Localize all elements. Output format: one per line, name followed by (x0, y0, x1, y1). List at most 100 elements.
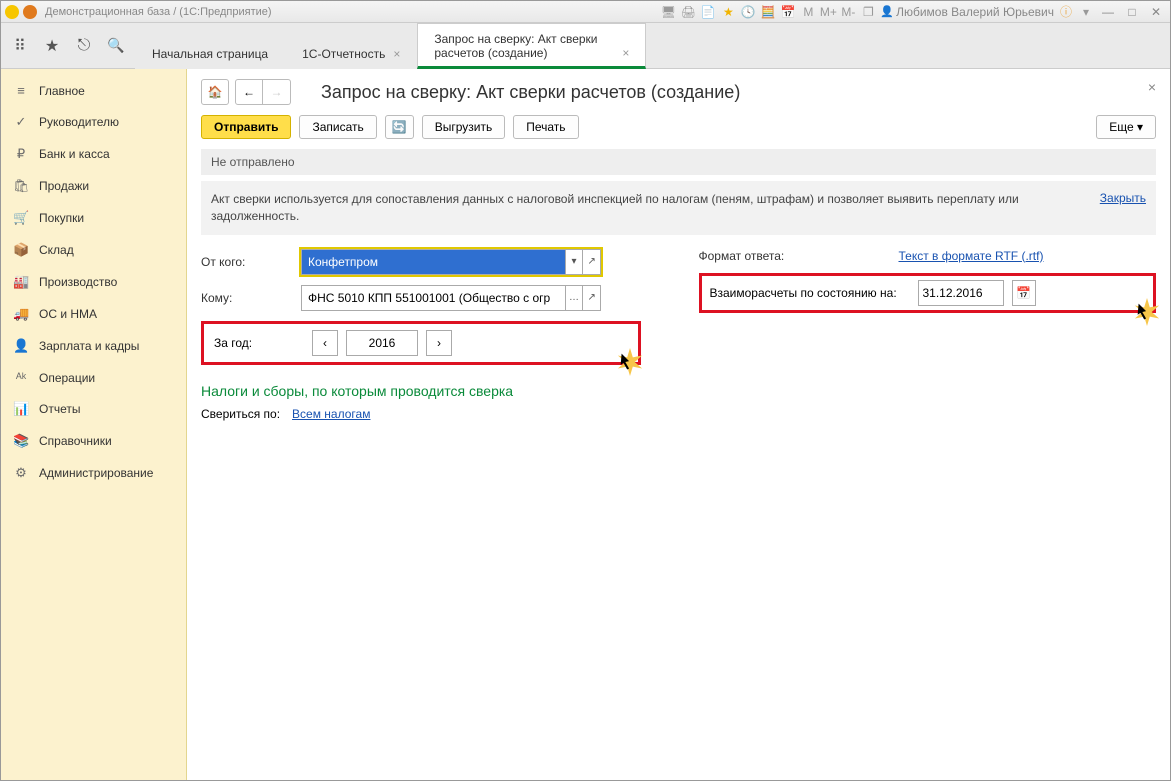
sidebar-item-admin[interactable]: ⚙ Администрирование (1, 457, 186, 489)
dropdown-icon[interactable]: ▾ (565, 250, 583, 274)
sidebar-item-assets[interactable]: 🚚 ОС и НМА (1, 298, 186, 330)
tab-home[interactable]: Начальная страница (135, 38, 285, 69)
sidebar-item-operations[interactable]: ᴬᵏ Операции (1, 362, 186, 393)
person-icon: 👤 (13, 338, 29, 354)
year-label: За год: (214, 336, 304, 350)
refresh-button[interactable]: 🔄 (385, 115, 414, 139)
sidebar-item-label: Банк и касса (39, 147, 110, 161)
sidebar-item-purchases[interactable]: 🛒Покупки (1, 202, 186, 234)
home-button[interactable]: 🏠 (201, 79, 229, 105)
tab-close-icon[interactable]: × (393, 47, 400, 61)
m-minus-label[interactable]: M- (840, 4, 856, 20)
sidebar-item-label: Администрирование (39, 466, 153, 480)
factory-icon: 🏭 (13, 274, 29, 290)
calendar-button[interactable]: 📅 (1012, 280, 1036, 306)
sidebar-item-main[interactable]: ≡Главное (1, 75, 186, 106)
apps-icon[interactable]: ⠿ (11, 37, 29, 55)
main-content: 🏠 ← → Запрос на сверку: Акт сверки расче… (187, 69, 1170, 780)
page-title: Запрос на сверку: Акт сверки расчетов (с… (321, 82, 740, 103)
from-label: От кого: (201, 255, 301, 269)
gear-icon: ⚙ (13, 465, 29, 481)
open-icon[interactable]: ↗ (582, 250, 600, 274)
balance-label: Взаиморасчеты по состоянию на: (710, 286, 910, 300)
operations-icon: ᴬᵏ (13, 370, 29, 385)
close-window-button[interactable]: ✕ (1146, 5, 1166, 19)
sidebar: ≡Главное ✓Руководителю ₽Банк и касса 🛍Пр… (1, 69, 187, 780)
sidebar-item-manager[interactable]: ✓Руководителю (1, 106, 186, 138)
app-icon-secondary (23, 5, 37, 19)
calc-icon[interactable]: 🧮 (760, 4, 776, 20)
close-page-button[interactable]: × (1148, 79, 1156, 95)
check-by-link[interactable]: Всем налогам (292, 407, 370, 421)
sidebar-item-label: Производство (39, 275, 117, 289)
history-icon[interactable]: ⎋ (75, 37, 93, 55)
tab-label: Начальная страница (152, 47, 268, 61)
window-list-icon[interactable]: ❐ (860, 4, 876, 20)
cursor-highlight-icon (616, 348, 644, 376)
sidebar-item-bank[interactable]: ₽Банк и касса (1, 138, 186, 170)
truck-icon: 🚚 (13, 306, 29, 322)
year-prev-button[interactable]: ‹ (312, 330, 338, 356)
year-next-button[interactable]: › (426, 330, 452, 356)
more-button[interactable]: Еще ▾ (1096, 115, 1156, 139)
year-value[interactable]: 2016 (346, 330, 418, 356)
status-strip: Не отправлено (201, 149, 1156, 175)
box-icon: 📦 (13, 242, 29, 258)
cart-icon: 🛒 (13, 210, 29, 226)
star-icon[interactable]: ★ (720, 4, 736, 20)
sidebar-item-hr[interactable]: 👤Зарплата и кадры (1, 330, 186, 362)
tab-label: Запрос на сверку: Акт сверки расчетов (с… (434, 32, 614, 60)
window-title: Демонстрационная база / (1С:Предприятие) (41, 6, 656, 18)
info-close-link[interactable]: Закрыть (1100, 191, 1146, 205)
ellipsis-icon[interactable]: … (565, 286, 583, 310)
sidebar-item-label: Главное (39, 84, 85, 98)
dropdown-icon[interactable]: ▾ (1078, 4, 1094, 20)
calendar-icon[interactable]: 📅 (780, 4, 796, 20)
tool-icon[interactable]: 🖥 (660, 4, 676, 20)
sidebar-item-label: ОС и НМА (39, 307, 97, 321)
clock-icon[interactable]: 🕓 (740, 4, 756, 20)
info-icon[interactable]: ⓘ (1058, 4, 1074, 20)
maximize-button[interactable]: □ (1122, 5, 1142, 19)
sidebar-item-label: Продажи (39, 179, 89, 193)
search-icon[interactable]: 🔍 (107, 37, 125, 55)
save-button[interactable]: Записать (299, 115, 376, 139)
m-plus-label[interactable]: M+ (820, 4, 836, 20)
sidebar-item-production[interactable]: 🏭 Производство (1, 266, 186, 298)
chart-icon: ✓ (13, 114, 29, 130)
tabs: Начальная страница 1С-Отчетность× Запрос… (135, 23, 646, 68)
to-input-wrap: … ↗ (301, 285, 601, 311)
page-toolbar: 🏠 ← → Запрос на сверку: Акт сверки расче… (201, 79, 1156, 105)
user-name: Любимов Валерий Юрьевич (896, 5, 1054, 19)
sidebar-item-warehouse[interactable]: 📦Склад (1, 234, 186, 266)
star-icon[interactable]: ★ (43, 37, 61, 55)
tool-icon[interactable]: 📄 (700, 4, 716, 20)
to-label: Кому: (201, 291, 301, 305)
tab-reconciliation[interactable]: Запрос на сверку: Акт сверки расчетов (с… (417, 23, 646, 69)
books-icon: 📚 (13, 433, 29, 449)
balance-date-input[interactable]: 31.12.2016 (918, 280, 1004, 306)
to-input[interactable] (302, 286, 565, 310)
back-button[interactable]: ← (235, 79, 263, 105)
export-button[interactable]: Выгрузить (422, 115, 506, 139)
open-icon[interactable]: ↗ (582, 286, 600, 310)
sidebar-item-catalogs[interactable]: 📚Справочники (1, 425, 186, 457)
minimize-button[interactable]: — (1098, 5, 1118, 19)
forward-button[interactable]: → (263, 79, 291, 105)
from-input[interactable] (302, 250, 565, 274)
info-text: Акт сверки используется для сопоставлени… (211, 191, 1034, 225)
sidebar-item-label: Операции (39, 371, 95, 385)
sidebar-item-reports[interactable]: 📊Отчеты (1, 393, 186, 425)
send-button[interactable]: Отправить (201, 115, 291, 139)
quick-tools: ⠿ ★ ⎋ 🔍 (1, 23, 135, 68)
format-link[interactable]: Текст в формате RTF (.rtf) (899, 249, 1044, 263)
tab-close-icon[interactable]: × (622, 46, 629, 60)
sidebar-item-label: Отчеты (39, 402, 80, 416)
tab-reporting[interactable]: 1С-Отчетность× (285, 38, 417, 69)
app-icon-1c (5, 5, 19, 19)
current-user[interactable]: 👤 Любимов Валерий Юрьевич (880, 5, 1054, 19)
print-button[interactable]: Печать (513, 115, 578, 139)
tool-icon[interactable]: 🖨 (680, 4, 696, 20)
m-label[interactable]: M (800, 4, 816, 20)
sidebar-item-sales[interactable]: 🛍Продажи (1, 170, 186, 202)
